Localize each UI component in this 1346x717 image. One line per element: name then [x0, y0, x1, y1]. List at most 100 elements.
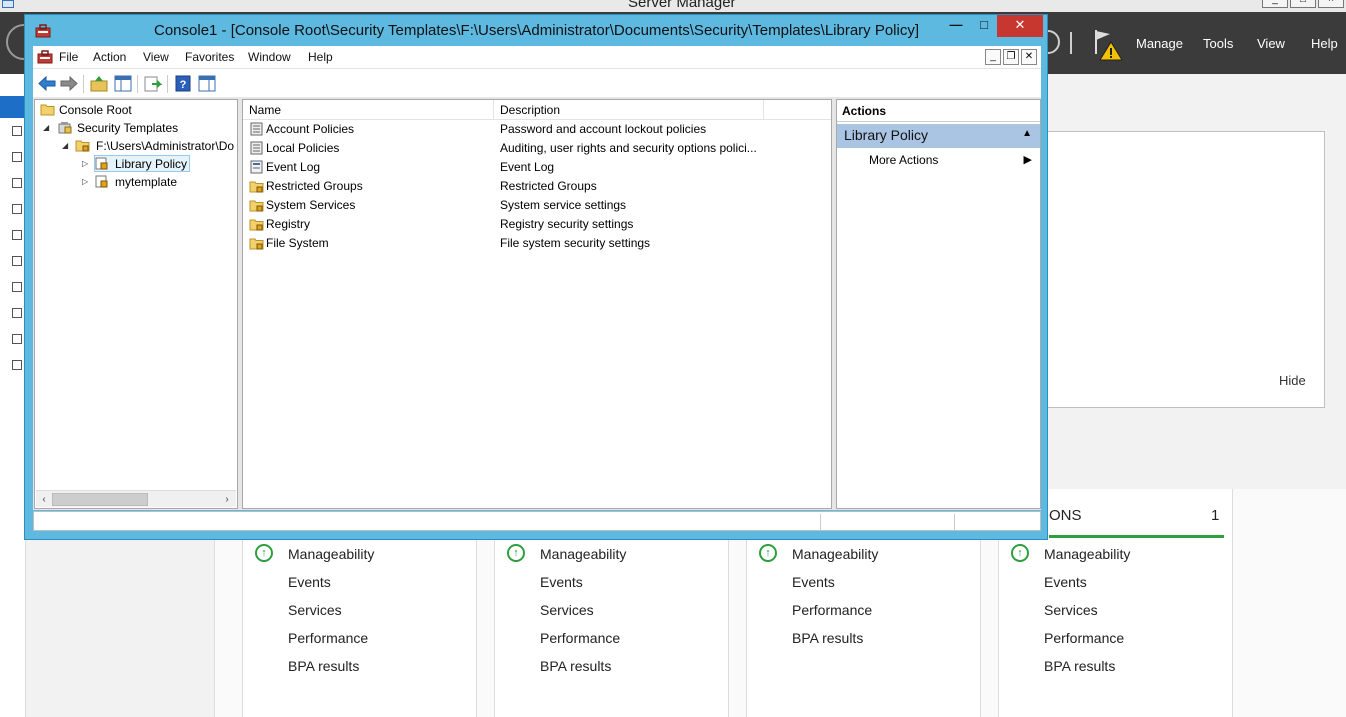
list-row[interactable]: Account Policies Password and account lo…	[243, 120, 831, 139]
child-close-button[interactable]: ✕	[1021, 49, 1037, 65]
tree-horizontal-scrollbar[interactable]: ‹ ›	[36, 490, 236, 507]
tile-item-performance[interactable]: Performance	[540, 630, 620, 646]
scrollbar-thumb[interactable]	[52, 493, 148, 506]
tile-item-bpa-results[interactable]: BPA results	[540, 658, 611, 674]
tile-item-bpa-results[interactable]: BPA results	[1044, 658, 1115, 674]
back-arrow-icon[interactable]	[37, 74, 57, 93]
folder-lock-icon	[75, 140, 90, 152]
expand-triangle-icon[interactable]: ▷	[82, 160, 90, 168]
list-row[interactable]: System Services System service settings	[243, 196, 831, 215]
tile-item-services[interactable]: Services	[288, 602, 342, 618]
menu-view[interactable]: View	[1257, 36, 1285, 51]
actions-section-library-policy[interactable]: Library Policy ▲	[837, 124, 1040, 148]
mmc-close-button[interactable]: ✕	[997, 15, 1043, 37]
tile-item-manageability[interactable]: Manageability	[288, 546, 374, 562]
more-actions-item[interactable]: More Actions ▶	[837, 152, 1040, 170]
results-list-pane[interactable]: Name Description Account Policies Passwo…	[242, 99, 832, 509]
tile-item-services[interactable]: Services	[1044, 602, 1098, 618]
sidebar-ad-icon[interactable]	[12, 178, 22, 188]
tile-item-services[interactable]: Services	[540, 602, 594, 618]
list-row-description: File system security settings	[500, 236, 651, 250]
sidebar-remote-icon[interactable]	[12, 360, 22, 370]
sidebar-print-icon[interactable]	[12, 308, 22, 318]
document-toolbox-icon[interactable]	[37, 49, 53, 65]
sidebar-key-icon[interactable]	[12, 334, 22, 344]
menu-favorites[interactable]: Favorites	[185, 50, 234, 64]
scroll-left-arrow-icon[interactable]: ‹	[37, 493, 51, 506]
tree-node-label: mytemplate	[115, 175, 178, 189]
sm-maximize-button[interactable]: □	[1290, 0, 1316, 8]
collapse-triangle-icon[interactable]: ◢	[43, 124, 51, 132]
list-row-name: Account Policies	[266, 122, 355, 136]
list-row[interactable]: Local Policies Auditing, user rights and…	[243, 139, 831, 158]
menu-window[interactable]: Window	[248, 50, 291, 64]
collapse-up-triangle-icon[interactable]: ▲	[1022, 128, 1032, 139]
help-icon[interactable]: ?	[173, 74, 193, 93]
show-hide-action-pane-icon[interactable]	[197, 74, 217, 93]
forward-arrow-icon[interactable]	[59, 74, 79, 93]
mmc-minimize-button[interactable]: —	[943, 15, 969, 37]
sm-close-button[interactable]: ×	[1318, 0, 1344, 8]
tile-item-performance[interactable]: Performance	[1044, 630, 1124, 646]
hide-link[interactable]: Hide	[1279, 373, 1306, 388]
mmc-maximize-button[interactable]: □	[971, 15, 997, 37]
folder-lock-icon	[249, 238, 264, 250]
menu-tools[interactable]: Tools	[1203, 36, 1233, 51]
server-manager-sidebar	[0, 74, 26, 717]
tile-item-events[interactable]: Events	[1044, 574, 1087, 590]
tree-node-label: Console Root	[59, 103, 132, 117]
sm-minimize-button[interactable]: _	[1262, 0, 1288, 8]
tile-item-events[interactable]: Events	[792, 574, 835, 590]
list-row[interactable]: Restricted Groups Restricted Groups	[243, 177, 831, 196]
column-header-description[interactable]: Description	[494, 100, 764, 120]
tile-item-performance[interactable]: Performance	[288, 630, 368, 646]
mmc-client-area: Console Root ◢ Security Templates ◢ F:\U…	[33, 97, 1041, 510]
show-hide-console-tree-icon[interactable]	[113, 74, 133, 93]
tile-item-bpa-results[interactable]: BPA results	[288, 658, 359, 674]
sidebar-item-dashboard[interactable]	[0, 96, 26, 118]
tile-item-manageability[interactable]: Manageability	[540, 546, 626, 562]
menu-view[interactable]: View	[143, 50, 169, 64]
status-ok-up-arrow-icon: ↑	[759, 544, 777, 562]
tile-item-events[interactable]: Events	[288, 574, 331, 590]
notifications-flag-warning-icon[interactable]	[1092, 28, 1124, 62]
menu-help[interactable]: Help	[308, 50, 333, 64]
collapse-triangle-icon[interactable]: ◢	[62, 142, 70, 150]
status-ok-up-arrow-icon: ↑	[255, 544, 273, 562]
scroll-right-arrow-icon[interactable]: ›	[220, 493, 234, 506]
sidebar-file-icon[interactable]	[12, 256, 22, 266]
actions-pane: Actions Library Policy ▲ More Actions ▶	[836, 99, 1041, 509]
column-header-name[interactable]: Name	[243, 100, 494, 120]
more-actions-label: More Actions	[869, 153, 939, 167]
export-list-icon[interactable]	[143, 74, 163, 93]
mmc-toolbox-icon[interactable]	[35, 23, 51, 39]
child-minimize-button[interactable]: _	[985, 49, 1001, 65]
menu-file[interactable]: File	[59, 50, 78, 64]
menu-manage[interactable]: Manage	[1136, 36, 1183, 51]
console-tree-pane[interactable]: Console Root ◢ Security Templates ◢ F:\U…	[34, 99, 238, 509]
mmc-menubar: File Action View Favorites Window Help _…	[33, 46, 1041, 68]
tile-title[interactable]: ONS	[1049, 507, 1082, 524]
menu-help[interactable]: Help	[1311, 36, 1338, 51]
tile-item-manageability[interactable]: Manageability	[792, 546, 878, 562]
header-separator	[1070, 32, 1072, 54]
list-row[interactable]: Registry Registry security settings	[243, 215, 831, 234]
child-restore-button[interactable]: ❐	[1003, 49, 1019, 65]
sidebar-local-server-icon[interactable]	[12, 126, 22, 136]
expand-triangle-icon[interactable]: ▷	[82, 178, 90, 186]
tree-node-label: F:\Users\Administrator\Do	[96, 139, 235, 153]
sidebar-all-servers-icon[interactable]	[12, 152, 22, 162]
tile-item-events[interactable]: Events	[540, 574, 583, 590]
menu-action[interactable]: Action	[93, 50, 126, 64]
up-one-level-icon[interactable]	[89, 74, 109, 93]
sidebar-iis-icon[interactable]	[12, 282, 22, 292]
sidebar-adfs-icon[interactable]	[12, 204, 22, 214]
tile-item-performance[interactable]: Performance	[792, 602, 872, 618]
list-row[interactable]: Event Log Event Log	[243, 158, 831, 177]
tile-item-manageability[interactable]: Manageability	[1044, 546, 1130, 562]
list-row[interactable]: File System File system security setting…	[243, 234, 831, 253]
list-row-name: System Services	[266, 198, 356, 212]
tile-item-bpa-results[interactable]: BPA results	[792, 630, 863, 646]
template-lock-icon	[95, 157, 108, 170]
sidebar-dns-icon[interactable]	[12, 230, 22, 240]
